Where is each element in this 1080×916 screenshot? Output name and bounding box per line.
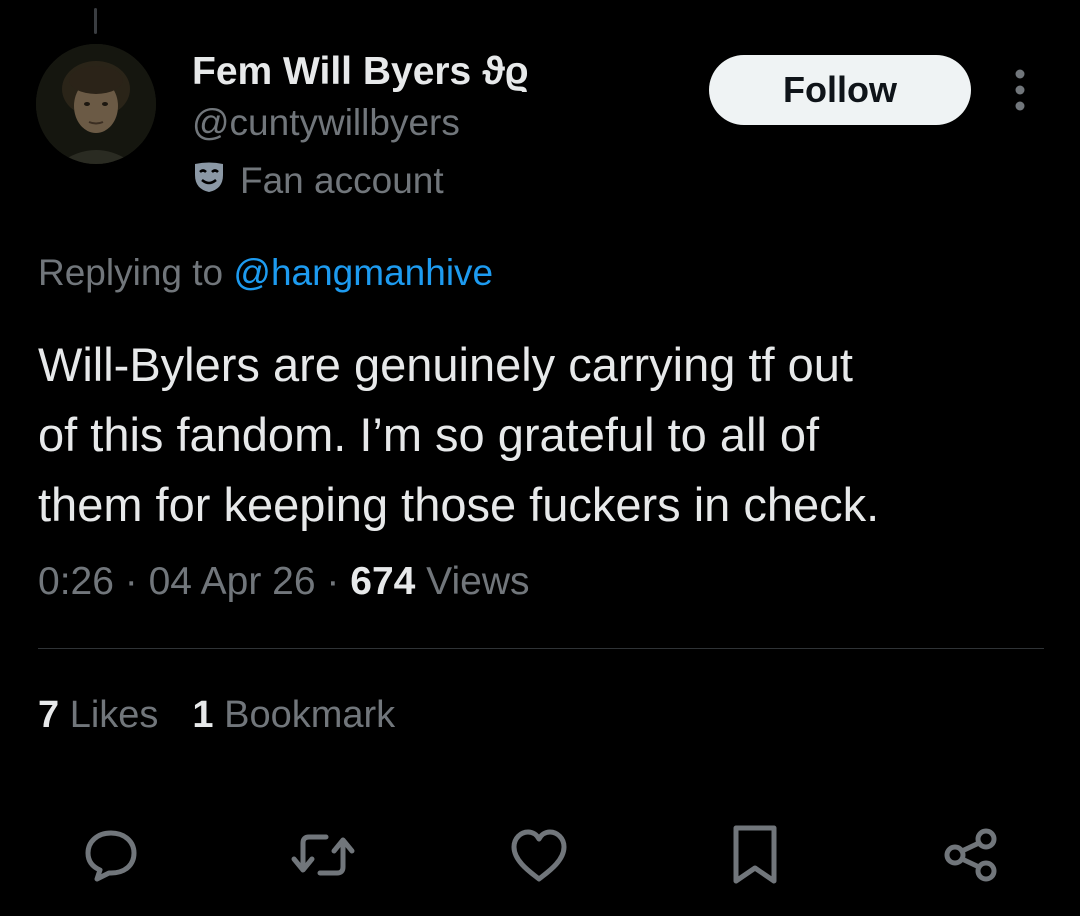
avatar-image — [36, 44, 156, 164]
views-count: 674 — [350, 560, 416, 603]
bookmarks-count: 1 — [192, 694, 214, 736]
meta-separator: · — [124, 560, 138, 603]
author-display-name[interactable]: Fem Will Byers ϑϱ — [192, 50, 529, 94]
reply-icon[interactable] — [76, 820, 146, 890]
thread-connector-line — [94, 8, 97, 34]
account-label-text: Fan account — [240, 160, 444, 201]
engagement-stats: 7 Likes 1 Bookmark — [38, 694, 395, 737]
more-options-icon[interactable] — [1002, 66, 1038, 114]
meta-separator: · — [326, 560, 340, 603]
bookmark-icon[interactable] — [720, 820, 790, 890]
tweet-metadata: 0:26 · 04 Apr 26 · 674 Views — [38, 560, 530, 604]
action-bar — [0, 820, 1080, 890]
replying-to: Replying to @hangmanhive — [38, 252, 493, 294]
follow-button[interactable]: Follow — [709, 55, 971, 125]
like-icon[interactable] — [504, 820, 574, 890]
divider — [38, 648, 1044, 649]
tweet-time[interactable]: 0:26 — [38, 560, 114, 603]
tweet-date[interactable]: 04 Apr 26 — [149, 560, 316, 603]
replying-to-mention[interactable]: @hangmanhive — [233, 252, 493, 293]
theater-masks-icon — [192, 160, 226, 202]
share-icon[interactable] — [936, 820, 1006, 890]
replying-to-prefix: Replying to — [38, 252, 234, 293]
bookmarks-stat[interactable]: 1 Bookmark — [192, 694, 395, 736]
retweet-icon[interactable] — [288, 820, 358, 890]
likes-stat[interactable]: 7 Likes — [38, 694, 158, 736]
tweet-text: Will-Bylers are genuinely carrying tf ou… — [38, 338, 880, 531]
likes-label: Likes — [69, 694, 159, 736]
avatar[interactable] — [36, 44, 156, 164]
author-handle[interactable]: @cuntywillbyers — [192, 102, 460, 144]
likes-count: 7 — [38, 694, 60, 736]
account-label: Fan account — [192, 160, 444, 202]
views-label: Views — [426, 560, 530, 603]
bookmarks-label: Bookmark — [224, 694, 396, 736]
